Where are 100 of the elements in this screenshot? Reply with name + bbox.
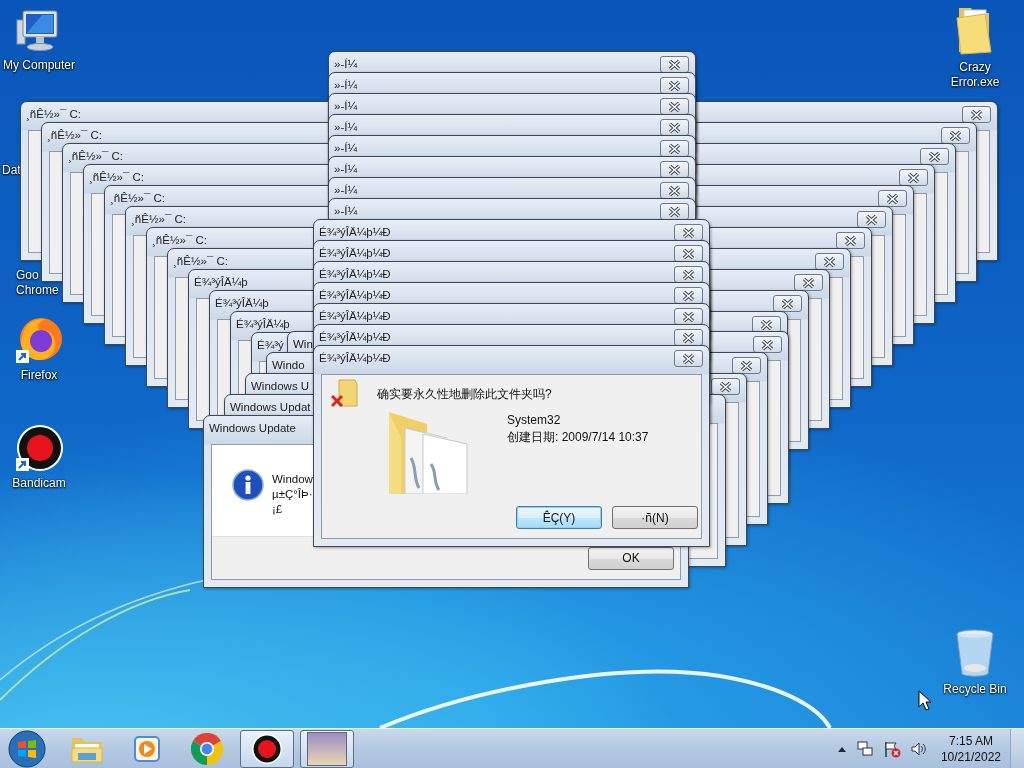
close-icon: [666, 184, 683, 197]
dialog-button[interactable]: ÊÇ(Y): [516, 506, 602, 529]
close-button[interactable]: [899, 169, 928, 186]
folder-x-icon: [331, 378, 361, 410]
close-icon: [926, 150, 943, 163]
window-title: Windo: [272, 358, 305, 372]
message-text: Window: [272, 472, 313, 487]
desktop-icon-label[interactable]: Bandicam: [12, 476, 66, 491]
close-button[interactable]: [878, 190, 907, 207]
desktop-icon-label[interactable]: Goo Chrome: [16, 268, 62, 298]
close-button[interactable]: [674, 350, 703, 367]
clock-time[interactable]: 7:15 AM: [948, 732, 993, 749]
tricolor-circle-icon: [191, 732, 223, 765]
message-text: ¡£: [272, 502, 284, 517]
window-title: É¾³ýÎÄ¼þ¼Ð: [319, 288, 391, 302]
window-title: »-Í¼: [334, 141, 357, 155]
taskbar-button[interactable]: [240, 729, 294, 768]
close-icon: [666, 121, 683, 134]
question-text: 确实要永久性地删除此文件夹吗?: [377, 386, 552, 402]
flag-icon[interactable]: [882, 739, 901, 758]
close-icon: [884, 192, 901, 205]
close-icon: [680, 247, 697, 260]
close-icon: [779, 297, 796, 310]
desktop-icon-label[interactable]: My Computer: [3, 58, 75, 73]
window-title: Win: [293, 337, 313, 351]
network-icon[interactable]: [855, 739, 874, 758]
window-title: É¾³ýÎÄ¼þ: [236, 317, 290, 331]
close-icon: [666, 142, 683, 155]
window-title: ¸ñÊ½»¯ C:: [152, 233, 207, 247]
window-title: ¸ñÊ½»¯ C:: [68, 149, 123, 163]
close-button[interactable]: [753, 336, 782, 353]
mouse-pointer-icon: [918, 690, 932, 712]
desktop-icon-label[interactable]: Dat: [2, 163, 21, 178]
close-button[interactable]: [962, 106, 991, 123]
window-title: É¾³ýÎÄ¼þ¼Ð: [319, 330, 391, 344]
window-title: »-Í¼: [334, 57, 357, 71]
info-icon: [232, 469, 264, 501]
window-title: ¸ñÊ½»¯ C:: [26, 107, 81, 121]
trash-bin-icon[interactable]: [954, 628, 996, 678]
close-button[interactable]: [857, 211, 886, 228]
flame-globe-icon[interactable]: [15, 316, 63, 364]
close-icon: [680, 310, 697, 323]
window-title: ¸ñÊ½»¯ C:: [131, 212, 186, 226]
window-title: »-Í¼: [334, 162, 357, 176]
close-icon: [821, 255, 838, 268]
close-button[interactable]: [773, 295, 802, 312]
record-icon: [251, 732, 283, 765]
window-title: Windows Updat: [230, 400, 311, 414]
message-text: µ±Ç°ÎÞ·: [272, 487, 313, 502]
window-title: É¾³ýÎÄ¼þ¼Ð: [319, 351, 391, 365]
close-icon: [759, 338, 776, 351]
window-title: Windows Update: [209, 421, 296, 435]
photo-placeholder: [307, 731, 347, 766]
close-icon: [905, 171, 922, 184]
window-title: »-Í¼: [334, 183, 357, 197]
close-button[interactable]: [732, 357, 761, 374]
flag-orb-icon: [8, 729, 46, 768]
desktop-icon-label[interactable]: Firefox: [20, 368, 58, 383]
window-title: É¾³ýÎÄ¼þ¼Ð: [319, 309, 391, 323]
close-icon: [738, 359, 755, 372]
window-title: É¾³ýÎÄ¼þ: [194, 275, 248, 289]
window-title: É¾³ýÎÄ¼þ¼Ð: [319, 246, 391, 260]
close-button[interactable]: [711, 378, 740, 395]
creation-date-text: 创建日期: 2009/7/14 10:37: [507, 429, 649, 446]
window-title: É¾³ý: [257, 338, 284, 352]
close-button[interactable]: [941, 127, 970, 144]
close-button[interactable]: [815, 253, 844, 270]
window-title: ¸ñÊ½»¯ C:: [47, 128, 102, 142]
record-icon[interactable]: [15, 424, 63, 472]
close-icon: [666, 79, 683, 92]
close-icon: [666, 100, 683, 113]
close-icon: [968, 108, 985, 121]
close-icon: [680, 352, 697, 365]
window-title: ¸ñÊ½»¯ C:: [89, 170, 144, 184]
close-icon: [680, 268, 697, 281]
window-title: É¾³ýÎÄ¼þ¼Ð: [319, 267, 391, 281]
close-icon: [666, 205, 683, 218]
desktop-icon-label[interactable]: Recycle Bin: [943, 682, 1007, 697]
close-icon: [800, 276, 817, 289]
window-title: É¾³ýÎÄ¼þ¼Ð: [319, 225, 391, 239]
window-title: ¸ñÊ½»¯ C:: [173, 254, 228, 268]
close-icon: [947, 129, 964, 142]
window-title: »-Í¼: [334, 78, 357, 92]
close-button[interactable]: [794, 274, 823, 291]
close-icon: [666, 58, 683, 71]
close-button[interactable]: [920, 148, 949, 165]
window-title: Windows U: [251, 379, 310, 393]
window-title: »-Í¼: [334, 99, 357, 113]
desktop-icon-label[interactable]: Crazy Error.exe: [936, 60, 1014, 90]
dialog-button[interactable]: ·ñ(N): [612, 506, 698, 529]
window-title: ¸ñÊ½»¯ C:: [110, 191, 165, 205]
play-icon: [132, 733, 162, 764]
close-icon: [717, 380, 734, 393]
file-name-text: System32: [507, 412, 562, 429]
window-title: »-Í¼: [334, 204, 357, 218]
close-icon: [680, 289, 697, 302]
close-button[interactable]: [836, 232, 865, 249]
window-title: »-Í¼: [334, 120, 357, 134]
clock-date[interactable]: 10/21/2022: [940, 748, 1001, 765]
ok-button[interactable]: OK: [588, 546, 674, 570]
